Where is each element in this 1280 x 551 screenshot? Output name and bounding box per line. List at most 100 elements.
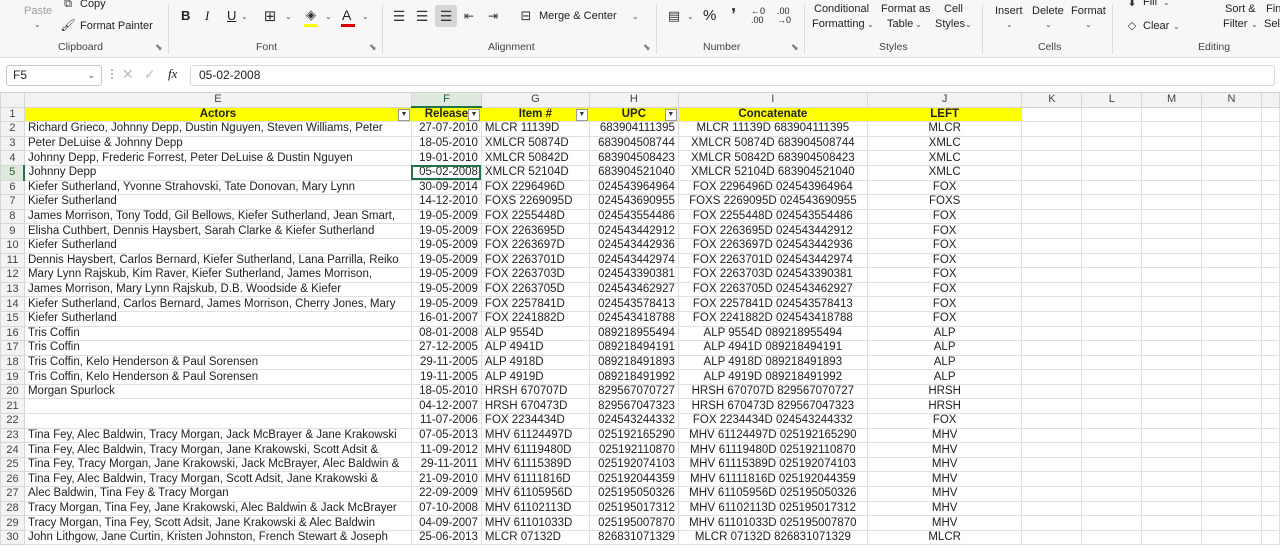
cell-item[interactable]: HRSH 670707D	[480, 383, 590, 400]
cell-item[interactable]: FOX 2257841D	[480, 296, 590, 312]
cell[interactable]	[1260, 121, 1280, 137]
format-as-table-label[interactable]: Table	[887, 18, 913, 30]
cell[interactable]	[1260, 267, 1280, 283]
cell-item[interactable]: FOX 2263703D	[480, 267, 590, 283]
cell[interactable]	[1260, 296, 1280, 312]
cell[interactable]	[1021, 106, 1083, 123]
cell[interactable]	[1201, 325, 1262, 342]
header-cell-item[interactable]: Item # ▼	[480, 106, 590, 123]
cell[interactable]	[1141, 471, 1203, 488]
cell[interactable]	[1260, 500, 1280, 517]
cell[interactable]	[1081, 529, 1143, 546]
cell[interactable]	[1141, 369, 1203, 385]
cell-concatenate[interactable]: FOX 2241882D 024543418788	[677, 310, 868, 327]
cell[interactable]	[1260, 442, 1280, 458]
row-header[interactable]: 20	[0, 383, 25, 400]
cell-concatenate[interactable]: FOX 2263701D 024543442974	[677, 252, 868, 269]
delete-button[interactable]: Delete	[1032, 5, 1064, 17]
name-box[interactable]: F5 ⌄	[6, 65, 102, 86]
cell-upc[interactable]: 025192110870	[588, 442, 679, 458]
cell[interactable]	[1021, 340, 1083, 356]
cell[interactable]	[1141, 486, 1203, 502]
alignment-launcher-icon[interactable]: ⬊	[643, 42, 651, 53]
cell-left[interactable]: FOX	[866, 413, 1023, 429]
cell-concatenate[interactable]: FOX 2263703D 024543390381	[677, 267, 868, 283]
cell-left[interactable]: FOX	[866, 281, 1023, 298]
cell-upc[interactable]: 683904521040	[588, 164, 679, 181]
cell[interactable]	[1081, 267, 1143, 283]
cell-release[interactable]: 05-02-2008	[410, 164, 482, 181]
cell[interactable]	[1081, 515, 1143, 531]
more-options-icon[interactable]: ⋮	[106, 67, 118, 81]
cell[interactable]	[1081, 486, 1143, 502]
cell[interactable]	[1081, 340, 1143, 356]
cell-upc[interactable]: 826831071329	[588, 529, 679, 546]
cell[interactable]	[1141, 267, 1203, 283]
cell[interactable]	[1141, 529, 1203, 546]
format-as-table-dropdown[interactable]: ⌄	[915, 20, 922, 29]
borders-dropdown[interactable]: ⌄	[285, 12, 292, 21]
cell-actors[interactable]: Peter DeLuise & Johnny Depp	[23, 135, 412, 152]
conditional-formatting-label[interactable]: Formatting	[812, 18, 865, 30]
cell-item[interactable]: MHV 61119480D	[480, 442, 590, 458]
row-header[interactable]: 29	[0, 515, 25, 531]
cell[interactable]	[1021, 150, 1083, 166]
insert-function-button[interactable]: fx	[168, 66, 177, 82]
cell[interactable]	[1141, 442, 1203, 458]
cell-actors[interactable]: Tina Fey, Alec Baldwin, Tracy Morgan, Ja…	[23, 427, 412, 444]
cell-concatenate[interactable]: MHV 61102113D 025195017312	[677, 500, 868, 517]
cell[interactable]	[1021, 515, 1083, 531]
cell-left[interactable]: ALP	[866, 354, 1023, 371]
header-cell-left[interactable]: LEFT	[866, 106, 1023, 123]
cell-left[interactable]: XMLC	[866, 150, 1023, 166]
cell-upc[interactable]: 024543964964	[588, 179, 679, 196]
cell[interactable]	[1021, 486, 1083, 502]
cell-upc[interactable]: 025192165290	[588, 427, 679, 444]
format-as-table-button[interactable]: Format as	[881, 3, 931, 15]
cell[interactable]	[1201, 281, 1262, 298]
decrease-decimal-icon[interactable]: .00 →0	[777, 7, 791, 25]
cell-left[interactable]: ALP	[866, 340, 1023, 356]
cell-left[interactable]: XMLC	[866, 164, 1023, 181]
conditional-formatting-dropdown[interactable]: ⌄	[867, 20, 874, 29]
cell-concatenate[interactable]: XMLCR 50874D 683904508744	[677, 135, 868, 152]
cell[interactable]	[1141, 413, 1203, 429]
row-header[interactable]: 30	[0, 529, 25, 546]
cell[interactable]	[1141, 252, 1203, 269]
copy-button[interactable]: Copy	[80, 0, 106, 10]
fill-color-dropdown[interactable]: ⌄	[325, 12, 332, 21]
cell-left[interactable]: HRSH	[866, 383, 1023, 400]
cell-left[interactable]: FOX	[866, 267, 1023, 283]
cell-release[interactable]: 30-09-2014	[410, 179, 482, 196]
cell[interactable]	[1141, 135, 1203, 152]
cell-concatenate[interactable]: FOX 2263697D 024543442936	[677, 237, 868, 254]
cell-release[interactable]: 21-09-2010	[410, 471, 482, 488]
cell[interactable]	[1021, 456, 1083, 473]
cell[interactable]	[1260, 223, 1280, 239]
cell-actors[interactable]: Kiefer Sutherland	[23, 310, 412, 327]
cell-release[interactable]: 22-09-2009	[410, 486, 482, 502]
cell[interactable]	[1081, 310, 1143, 327]
cell-concatenate[interactable]: MHV 61111816D 025192044359	[677, 471, 868, 488]
cell[interactable]	[1141, 456, 1203, 473]
cell[interactable]	[1260, 413, 1280, 429]
cell-release[interactable]: 19-05-2009	[410, 267, 482, 283]
cell[interactable]	[1081, 150, 1143, 166]
cell[interactable]	[1021, 413, 1083, 429]
cell[interactable]	[1201, 529, 1262, 546]
cell[interactable]	[1141, 500, 1203, 517]
underline-dropdown[interactable]: ⌄	[241, 12, 248, 21]
cell-left[interactable]: FOX	[866, 179, 1023, 196]
cell[interactable]	[1141, 383, 1203, 400]
row-header[interactable]: 15	[0, 310, 25, 327]
cell-upc[interactable]: 829567070727	[588, 383, 679, 400]
cell-actors[interactable]: James Morrison, Tony Todd, Gil Bellows, …	[23, 208, 412, 225]
cell-concatenate[interactable]: MLCR 11139D 683904111395	[677, 121, 868, 137]
cell-release[interactable]: 19-05-2009	[410, 208, 482, 225]
cell-upc[interactable]: 683904111395	[588, 121, 679, 137]
cell-concatenate[interactable]: MHV 61101033D 025195007870	[677, 515, 868, 531]
cell[interactable]	[1021, 442, 1083, 458]
cell[interactable]	[1021, 471, 1083, 488]
cell[interactable]	[1201, 135, 1262, 152]
filter-dropdown-icon[interactable]: ▼	[575, 108, 588, 121]
